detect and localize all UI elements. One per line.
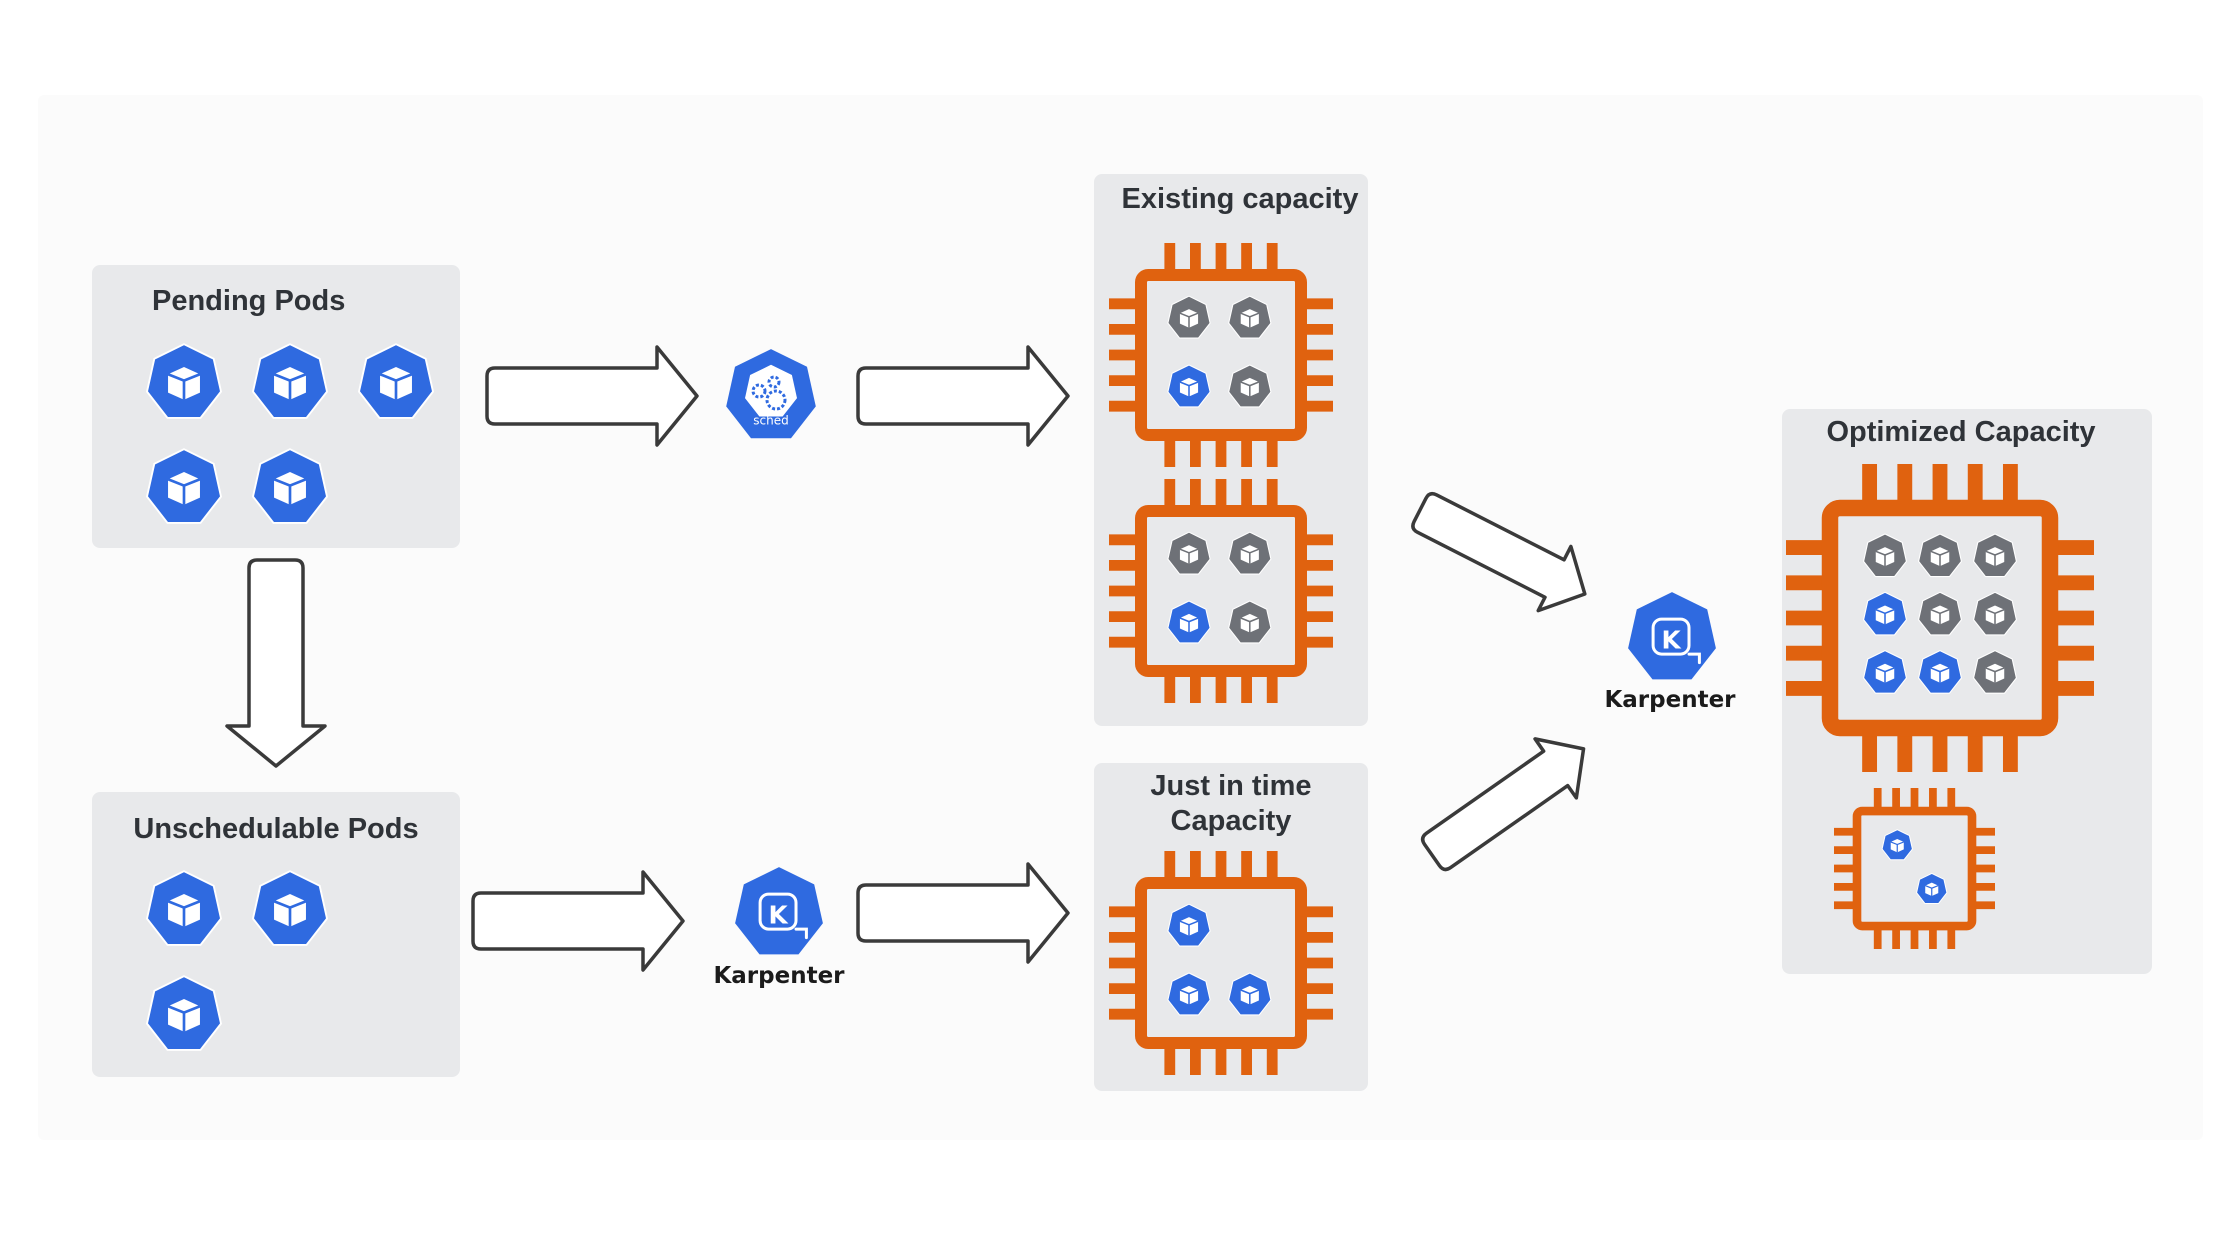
scheduler-label: sched xyxy=(753,414,788,428)
existing-capacity-panel: Existing capacity xyxy=(1094,174,1368,726)
chip-body xyxy=(1135,877,1307,1049)
panel-title: Optimized Capacity xyxy=(1826,416,2095,448)
karpenter-k-glyph: K xyxy=(1661,625,1681,654)
unschedulable-pods-panel: Unschedulable Pods xyxy=(92,792,460,1077)
chip-body xyxy=(1135,269,1307,441)
compute-node-chip xyxy=(1109,851,1333,1075)
compute-node-chip xyxy=(1109,479,1333,703)
compute-node-chip xyxy=(1786,464,2094,772)
karpenter-label: Karpenter xyxy=(1604,687,1736,713)
panel-title-line2: Capacity xyxy=(1171,805,1292,837)
just-in-time-capacity-panel: Just in time Capacity xyxy=(1094,763,1368,1091)
karpenter-flow-diagram: Pending Pods Unschedulable Pods Existing… xyxy=(38,95,2203,1140)
compute-node-chip xyxy=(1109,243,1333,467)
node-group xyxy=(1109,851,1333,1075)
panel-title: Existing capacity xyxy=(1122,183,1359,215)
karpenter-k-glyph: K xyxy=(768,900,788,929)
panel-title: Pending Pods xyxy=(152,285,345,317)
optimized-capacity-panel: Optimized Capacity xyxy=(1782,409,2152,974)
panel-title-line1: Just in time xyxy=(1150,770,1311,802)
chip-body xyxy=(1135,505,1307,677)
panel-title: Unschedulable Pods xyxy=(133,813,418,845)
chip-body xyxy=(1852,806,1977,931)
pending-pods-panel: Pending Pods xyxy=(92,265,460,548)
karpenter-label: Karpenter xyxy=(713,963,845,989)
compute-node-chip xyxy=(1834,788,1995,949)
